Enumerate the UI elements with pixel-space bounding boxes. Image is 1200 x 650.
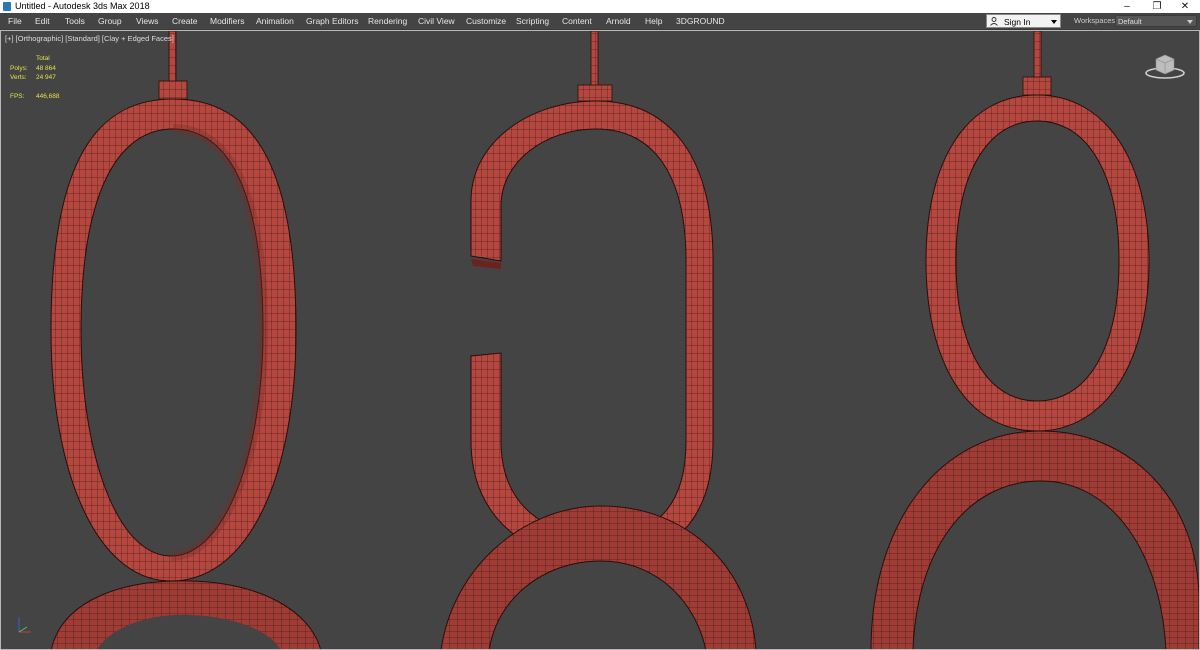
menu-tools[interactable]: Tools (65, 13, 85, 29)
chain-link-right (870, 31, 1199, 649)
chevron-down-icon (1187, 20, 1193, 24)
menu-animation[interactable]: Animation (256, 13, 294, 29)
verts-value: 24 947 (36, 74, 56, 81)
viewcube-icon[interactable] (1144, 51, 1186, 81)
stats-header: Total (36, 55, 50, 62)
workspaces-select[interactable]: Default (1115, 15, 1197, 27)
menu-customize[interactable]: Customize (466, 13, 506, 29)
menu-scripting[interactable]: Scripting (516, 13, 549, 29)
menu-graph-editors[interactable]: Graph Editors (306, 13, 358, 29)
polys-label: Polys: (10, 64, 28, 72)
viewport-label[interactable]: [+] [Orthographic] [Standard] [Clay + Ed… (5, 34, 174, 43)
sign-in-label: Sign In (1004, 17, 1031, 27)
menu-help[interactable]: Help (645, 13, 662, 29)
user-icon (990, 17, 998, 26)
chain-link-middle (440, 31, 757, 649)
fps-value: 446,688 (36, 93, 60, 100)
minimize-button[interactable]: – (1112, 0, 1142, 13)
restore-button[interactable]: ❐ (1142, 0, 1172, 13)
window-title: Untitled - Autodesk 3ds Max 2018 (15, 1, 150, 11)
menu-edit[interactable]: Edit (35, 13, 50, 29)
chevron-down-icon (1051, 20, 1057, 24)
close-button[interactable]: ✕ (1170, 0, 1200, 13)
viewport[interactable]: [+] [Orthographic] [Standard] [Clay + Ed… (0, 30, 1200, 650)
scene-render (50, 31, 1199, 649)
app-icon (3, 2, 11, 11)
menu-content[interactable]: Content (562, 13, 592, 29)
verts-label: Verts: (10, 74, 27, 81)
menu-civil-view[interactable]: Civil View (418, 13, 455, 29)
menu-arnold[interactable]: Arnold (606, 13, 631, 29)
menu-views[interactable]: Views (136, 13, 159, 29)
workspaces-value: Default (1118, 17, 1142, 26)
polys-value: 48 864 (36, 64, 56, 72)
workspaces-label: Workspaces: (1074, 16, 1118, 25)
chain-link-left (50, 31, 321, 649)
menu-create[interactable]: Create (172, 13, 198, 29)
sign-in-dropdown[interactable]: Sign In (986, 14, 1061, 28)
axis-tripod-icon (18, 617, 31, 633)
fps-label: FPS: (10, 93, 25, 100)
menu-group[interactable]: Group (98, 13, 122, 29)
menu-file[interactable]: File (8, 13, 22, 29)
title-bar: Untitled - Autodesk 3ds Max 2018 – ❐ ✕ (0, 0, 1200, 13)
menu-modifiers[interactable]: Modifiers (210, 13, 244, 29)
menu-rendering[interactable]: Rendering (368, 13, 407, 29)
menu-3dground[interactable]: 3DGROUND (676, 13, 725, 29)
